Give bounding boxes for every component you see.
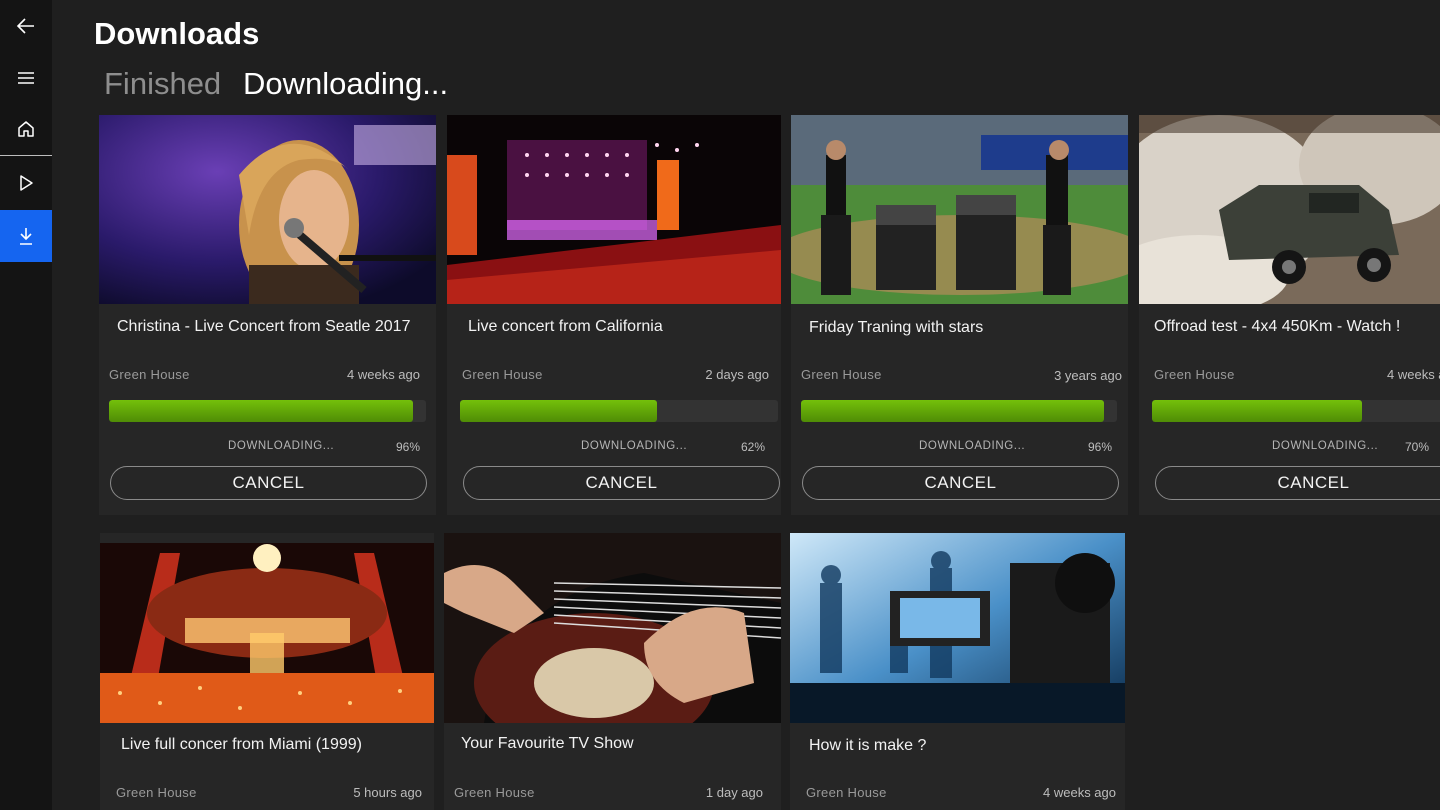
back-button[interactable] xyxy=(0,0,52,52)
download-percent: 70% xyxy=(1405,440,1430,454)
channel-name: Green House xyxy=(454,785,535,800)
card-title: Live concert from California xyxy=(468,318,663,335)
sidebar xyxy=(0,0,52,810)
video-thumbnail[interactable] xyxy=(444,533,781,723)
progress-bar xyxy=(801,400,1117,422)
page-title: Downloads xyxy=(94,16,260,51)
progress-bar xyxy=(109,400,426,422)
hamburger-menu-icon xyxy=(18,72,34,84)
progress-bar xyxy=(460,400,778,422)
time-ago: 2 days ago xyxy=(705,367,769,382)
time-ago: 4 weeks ago xyxy=(1387,367,1440,382)
card-title: Live full concer from Miami (1999) xyxy=(121,736,362,753)
download-status: DOWNLOADING... xyxy=(1272,440,1379,452)
video-thumbnail[interactable] xyxy=(1139,115,1440,304)
cancel-button[interactable]: CANCEL xyxy=(463,466,780,500)
download-icon xyxy=(20,228,32,245)
home-icon xyxy=(18,121,34,137)
time-ago: 4 weeks ago xyxy=(1043,785,1116,800)
channel-name: Green House xyxy=(109,367,190,382)
tab-finished[interactable]: Finished xyxy=(104,66,221,102)
download-percent: 62% xyxy=(740,440,765,454)
video-thumbnail[interactable] xyxy=(791,115,1128,304)
card-title: Christina - Live Concert from Seatle 201… xyxy=(117,318,411,335)
cancel-button[interactable]: CANCEL xyxy=(1155,466,1440,500)
download-status: DOWNLOADING... xyxy=(228,440,335,452)
card-title: Your Favourite TV Show xyxy=(461,735,634,752)
channel-name: Green House xyxy=(806,785,887,800)
progress-fill xyxy=(1152,400,1362,422)
cancel-button[interactable]: CANCEL xyxy=(802,466,1119,500)
channel-name: Green House xyxy=(1154,367,1235,382)
channel-name: Green House xyxy=(462,367,543,382)
download-card[interactable]: Live concert from California Green House… xyxy=(447,115,781,515)
progress-fill xyxy=(109,400,414,422)
download-percent: 96% xyxy=(395,440,420,454)
download-card[interactable]: Your Favourite TV Show Green House 1 day… xyxy=(444,533,781,810)
cancel-button[interactable]: CANCEL xyxy=(110,466,427,500)
time-ago: 3 years ago xyxy=(1054,368,1122,383)
time-ago: 1 day ago xyxy=(705,785,763,800)
download-status: DOWNLOADING... xyxy=(919,440,1026,452)
video-thumbnail[interactable] xyxy=(100,543,434,723)
card-title: How it is make ? xyxy=(809,737,927,754)
play-button[interactable] xyxy=(0,157,52,209)
download-card[interactable]: Christina - Live Concert from Seatle 201… xyxy=(99,115,436,515)
download-card[interactable]: How it is make ? Green House 4 weeks ago xyxy=(790,533,1125,810)
play-icon xyxy=(20,175,33,191)
download-percent: 96% xyxy=(1087,440,1112,454)
tab-downloading[interactable]: Downloading... xyxy=(243,66,448,102)
progress-fill xyxy=(801,400,1105,422)
video-thumbnail[interactable] xyxy=(99,115,436,304)
progress-bar xyxy=(1152,400,1440,422)
download-card[interactable]: Live full concer from Miami (1999) Green… xyxy=(100,533,434,810)
download-card[interactable]: Friday Traning with stars Green House 3 … xyxy=(791,115,1128,515)
home-button[interactable] xyxy=(0,103,52,155)
video-thumbnail[interactable] xyxy=(447,115,781,304)
video-thumbnail[interactable] xyxy=(790,533,1125,723)
time-ago: 4 weeks ago xyxy=(347,367,420,382)
card-title: Friday Traning with stars xyxy=(809,319,984,336)
channel-name: Green House xyxy=(116,785,197,800)
time-ago: 5 hours ago xyxy=(353,785,422,800)
download-card[interactable]: Offroad test - 4x4 450Km - Watch ! Green… xyxy=(1139,115,1440,515)
downloads-button[interactable] xyxy=(0,210,52,262)
nav-divider xyxy=(0,155,52,156)
menu-button[interactable] xyxy=(0,52,52,104)
card-title: Offroad test - 4x4 450Km - Watch ! xyxy=(1154,318,1401,335)
download-status: DOWNLOADING... xyxy=(581,440,688,452)
progress-fill xyxy=(460,400,658,422)
back-arrow-icon xyxy=(16,18,34,34)
channel-name: Green House xyxy=(801,367,882,382)
